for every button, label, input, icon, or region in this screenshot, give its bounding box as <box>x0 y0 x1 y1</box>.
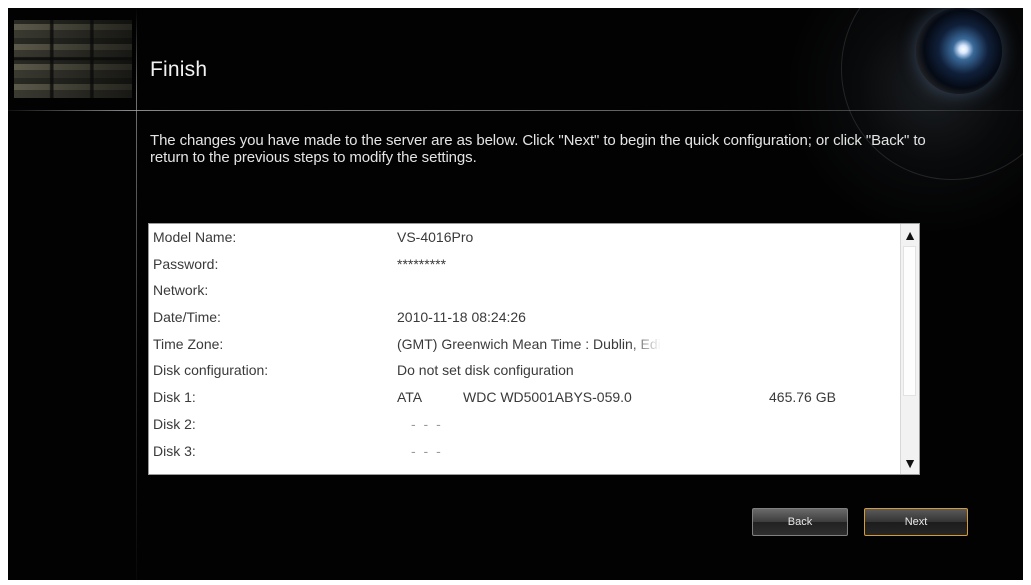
row-label: Date/Time: <box>153 309 221 326</box>
summary-row-time-zone: Time Zone: (GMT) Greenwich Mean Time : D… <box>149 331 901 358</box>
scroll-down-arrow-icon[interactable]: ▼ <box>901 454 919 472</box>
vertical-divider <box>136 8 137 580</box>
row-label: Network: <box>153 282 209 299</box>
summary-row-date-time: Date/Time: 2010-11-18 08:24:26 <box>149 304 901 331</box>
back-button[interactable]: Back <box>752 508 848 536</box>
row-value: - - - <box>411 442 443 459</box>
row-value: Do not set disk configuration <box>397 362 574 379</box>
summary-row-disk-3: Disk 3: - - - <box>149 438 901 465</box>
summary-row-network: Network: <box>149 277 901 304</box>
row-label: Disk configuration: <box>153 362 269 379</box>
disk-model: WDC WD5001ABYS-059.0 <box>463 389 632 406</box>
row-value: (GMT) Greenwich Mean Time : Dublin, Edi <box>397 335 661 352</box>
summary-row-password: Password: ********* <box>149 251 901 278</box>
wizard-window: Finish The changes you have made to the … <box>8 8 1023 580</box>
row-label: Password: <box>153 255 219 272</box>
instructions-text: The changes you have made to the server … <box>150 132 926 166</box>
summary-rows: Model Name: VS-4016Pro Password: *******… <box>149 224 901 474</box>
page-title: Finish <box>150 58 208 81</box>
row-label: Model Name: <box>153 229 237 245</box>
row-label: Disk 3: <box>153 442 196 459</box>
row-label: Disk 1: <box>153 389 196 406</box>
thumbnail-grid-overlay <box>14 20 132 98</box>
scroll-thumb[interactable] <box>903 246 916 396</box>
summary-row-model-name: Model Name: VS-4016Pro <box>149 224 901 251</box>
horizontal-divider <box>8 110 1023 111</box>
summary-row-disk-1: Disk 1: ATA WDC WD5001ABYS-059.0 465.76 … <box>149 384 901 411</box>
summary-row-disk-configuration: Disk configuration: Do not set disk conf… <box>149 357 901 384</box>
row-value: ********* <box>397 255 447 272</box>
disk-size: 465.76 GB <box>769 389 836 406</box>
settings-summary-list[interactable]: Model Name: VS-4016Pro Password: *******… <box>148 223 920 475</box>
disk-vendor: ATA <box>397 389 423 406</box>
row-value: - - - <box>411 415 443 432</box>
summary-row-disk-2: Disk 2: - - - <box>149 411 901 438</box>
row-label: Time Zone: <box>153 335 224 352</box>
row-value: VS-4016Pro <box>397 229 474 245</box>
row-label: Disk 2: <box>153 415 196 432</box>
camera-lens-icon <box>916 8 1002 94</box>
scroll-up-arrow-icon[interactable]: ▲ <box>901 226 919 244</box>
next-button[interactable]: Next <box>864 508 968 536</box>
row-value: 2010-11-18 08:24:26 <box>397 309 526 326</box>
list-scrollbar[interactable]: ▲ ▼ <box>900 224 919 474</box>
